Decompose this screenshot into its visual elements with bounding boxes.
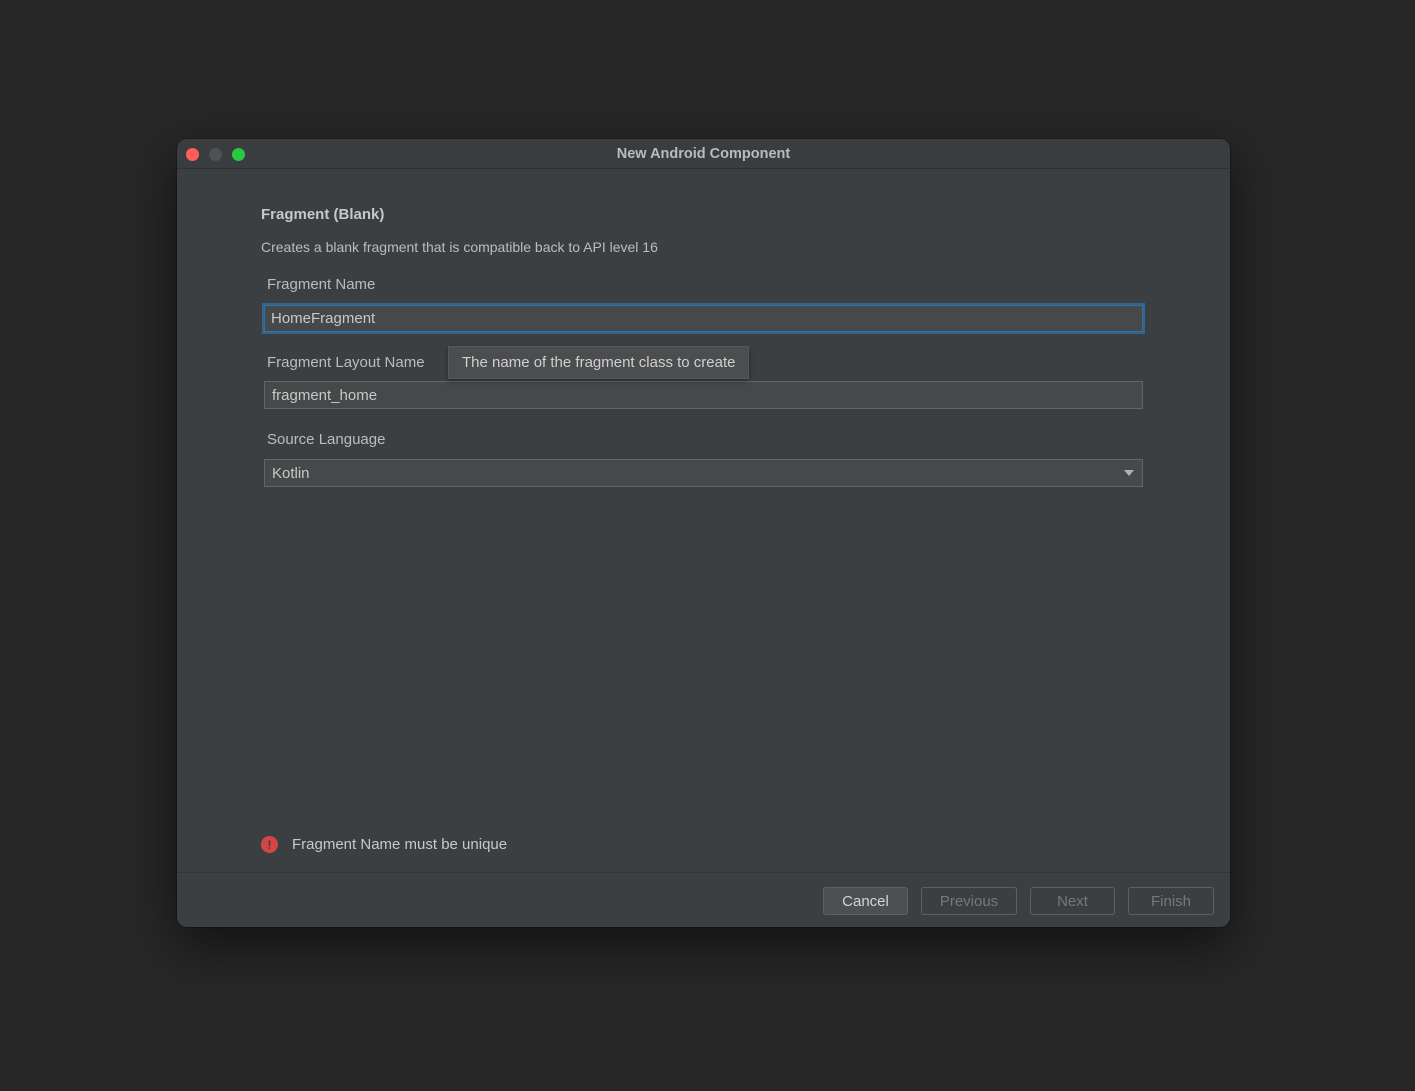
layout-name-input[interactable]: fragment_home [264, 381, 1143, 409]
layout-name-label: Fragment Layout Name [267, 354, 425, 371]
previous-button[interactable]: Previous [921, 887, 1017, 915]
source-language-select[interactable]: Kotlin [264, 459, 1143, 487]
window-title: New Android Component [616, 146, 791, 162]
dialog-window: New Android Component Fragment (Blank) C… [177, 139, 1230, 927]
tooltip-text: The name of the fragment class to create [462, 354, 736, 371]
layout-name-value: fragment_home [272, 386, 378, 404]
component-description: Creates a blank fragment that is compati… [261, 239, 658, 255]
source-language-label: Source Language [267, 431, 386, 448]
component-heading: Fragment (Blank) [261, 206, 385, 223]
chevron-down-icon [1124, 470, 1134, 476]
validation-error: ! Fragment Name must be unique [261, 836, 507, 853]
button-bar: Cancel Previous Next Finish [177, 872, 1230, 927]
title-bar: New Android Component [177, 139, 1230, 169]
fragment-name-input[interactable]: HomeFragment [262, 303, 1145, 334]
source-language-value: Kotlin [272, 464, 310, 482]
finish-button[interactable]: Finish [1128, 887, 1214, 915]
cancel-button[interactable]: Cancel [823, 887, 908, 915]
fragment-name-value: HomeFragment [271, 310, 376, 327]
exclamation-icon: ! [261, 836, 278, 853]
tooltip: The name of the fragment class to create [448, 346, 750, 379]
fragment-name-label: Fragment Name [267, 276, 376, 293]
next-button[interactable]: Next [1030, 887, 1115, 915]
error-message: Fragment Name must be unique [292, 836, 508, 853]
